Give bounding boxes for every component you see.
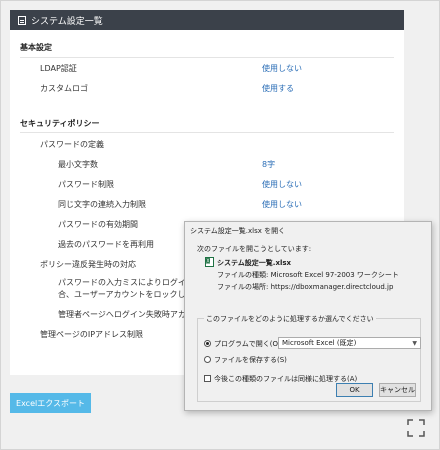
remember-checkbox[interactable] bbox=[204, 375, 211, 382]
setting-row-custom-logo: カスタムロゴ 使用する bbox=[10, 78, 404, 98]
setting-value-link[interactable]: 使用しない bbox=[262, 179, 302, 190]
setting-label: 管理ページのIPアドレス制限 bbox=[40, 329, 144, 339]
dialog-file-type: ファイルの種類: Microsoft Excel 97-2003 ワークシート bbox=[217, 271, 399, 279]
setting-row-ldap: LDAP認証 使用しない bbox=[10, 58, 404, 78]
setting-label: 管理者ページへログイン失敗時アカウン bbox=[58, 309, 202, 319]
setting-value-link[interactable]: 使用しない bbox=[262, 63, 302, 74]
cancel-button[interactable]: キャンセル bbox=[379, 383, 416, 397]
window-frame: システム設定一覧 基本設定 LDAP認証 使用しない カスタムロゴ 使用する セ… bbox=[0, 0, 440, 450]
excel-file-icon: X bbox=[205, 257, 214, 267]
file-open-dialog: システム設定一覧.xlsx を開く 次のファイルを開こうとしています: X シス… bbox=[184, 221, 432, 411]
setting-label: 最小文字数 bbox=[58, 159, 98, 169]
setting-label: ポリシー違反発生時の対応 bbox=[40, 259, 136, 269]
setting-value-link[interactable]: 使用する bbox=[262, 83, 294, 94]
divider bbox=[20, 132, 394, 133]
dialog-prompt: 次のファイルを開こうとしています: bbox=[197, 245, 312, 253]
program-select[interactable]: Microsoft Excel (既定) ▼ bbox=[278, 337, 421, 349]
setting-row-password-restriction: パスワード制限 使用しない bbox=[10, 174, 404, 194]
open-with-radio[interactable] bbox=[204, 340, 211, 347]
ok-button[interactable]: OK bbox=[336, 383, 373, 397]
expand-icon[interactable] bbox=[407, 419, 425, 437]
setting-label: 同じ文字の連続入力制限 bbox=[58, 199, 146, 209]
dialog-title: システム設定一覧.xlsx を開く bbox=[190, 227, 286, 235]
save-file-radio[interactable] bbox=[204, 356, 211, 363]
section-title-basic: 基本設定 bbox=[20, 43, 52, 52]
setting-label: カスタムロゴ bbox=[40, 83, 88, 93]
setting-label: パスワードの有効期間 bbox=[58, 219, 138, 229]
setting-row-min-length: 最小文字数 8字 bbox=[10, 154, 404, 174]
section-title-security: セキュリティポリシー bbox=[20, 119, 100, 128]
setting-label: パスワードの入力ミスによりログインに bbox=[58, 278, 202, 287]
setting-value-link[interactable]: 使用しない bbox=[262, 199, 302, 210]
save-file-label: ファイルを保存する(S) bbox=[214, 356, 287, 364]
setting-label: パスワード制限 bbox=[58, 179, 114, 189]
panel-header: システム設定一覧 bbox=[10, 10, 404, 30]
setting-label: パスワードの定義 bbox=[40, 139, 104, 149]
setting-label-continued: 合、ユーザーアカウントをロックします bbox=[58, 290, 202, 299]
document-icon bbox=[18, 15, 26, 25]
dialog-file-location: ファイルの場所: https://dboxmanager.directcloud… bbox=[217, 283, 394, 291]
setting-row-password-def: パスワードの定義 bbox=[10, 134, 404, 154]
dialog-filename: システム設定一覧.xlsx bbox=[217, 259, 292, 267]
svg-text:X: X bbox=[206, 258, 210, 264]
dialog-body: 次のファイルを開こうとしています: X システム設定一覧.xlsx ファイルの種… bbox=[193, 240, 423, 406]
groupbox-title: このファイルをどのように処理するか選んでください bbox=[204, 314, 376, 324]
program-select-value: Microsoft Excel (既定) bbox=[282, 339, 357, 347]
excel-export-button[interactable]: Excelエクスポート bbox=[10, 393, 91, 413]
panel-title: システム設定一覧 bbox=[31, 16, 103, 27]
setting-row-consecutive-chars: 同じ文字の連続入力制限 使用しない bbox=[10, 194, 404, 214]
setting-label: 過去のパスワードを再利用 bbox=[58, 239, 154, 249]
chevron-down-icon: ▼ bbox=[412, 340, 417, 347]
setting-label: LDAP認証 bbox=[40, 63, 77, 73]
open-with-label: プログラムで開く(O): bbox=[214, 340, 284, 348]
setting-value-link[interactable]: 8字 bbox=[262, 159, 275, 170]
